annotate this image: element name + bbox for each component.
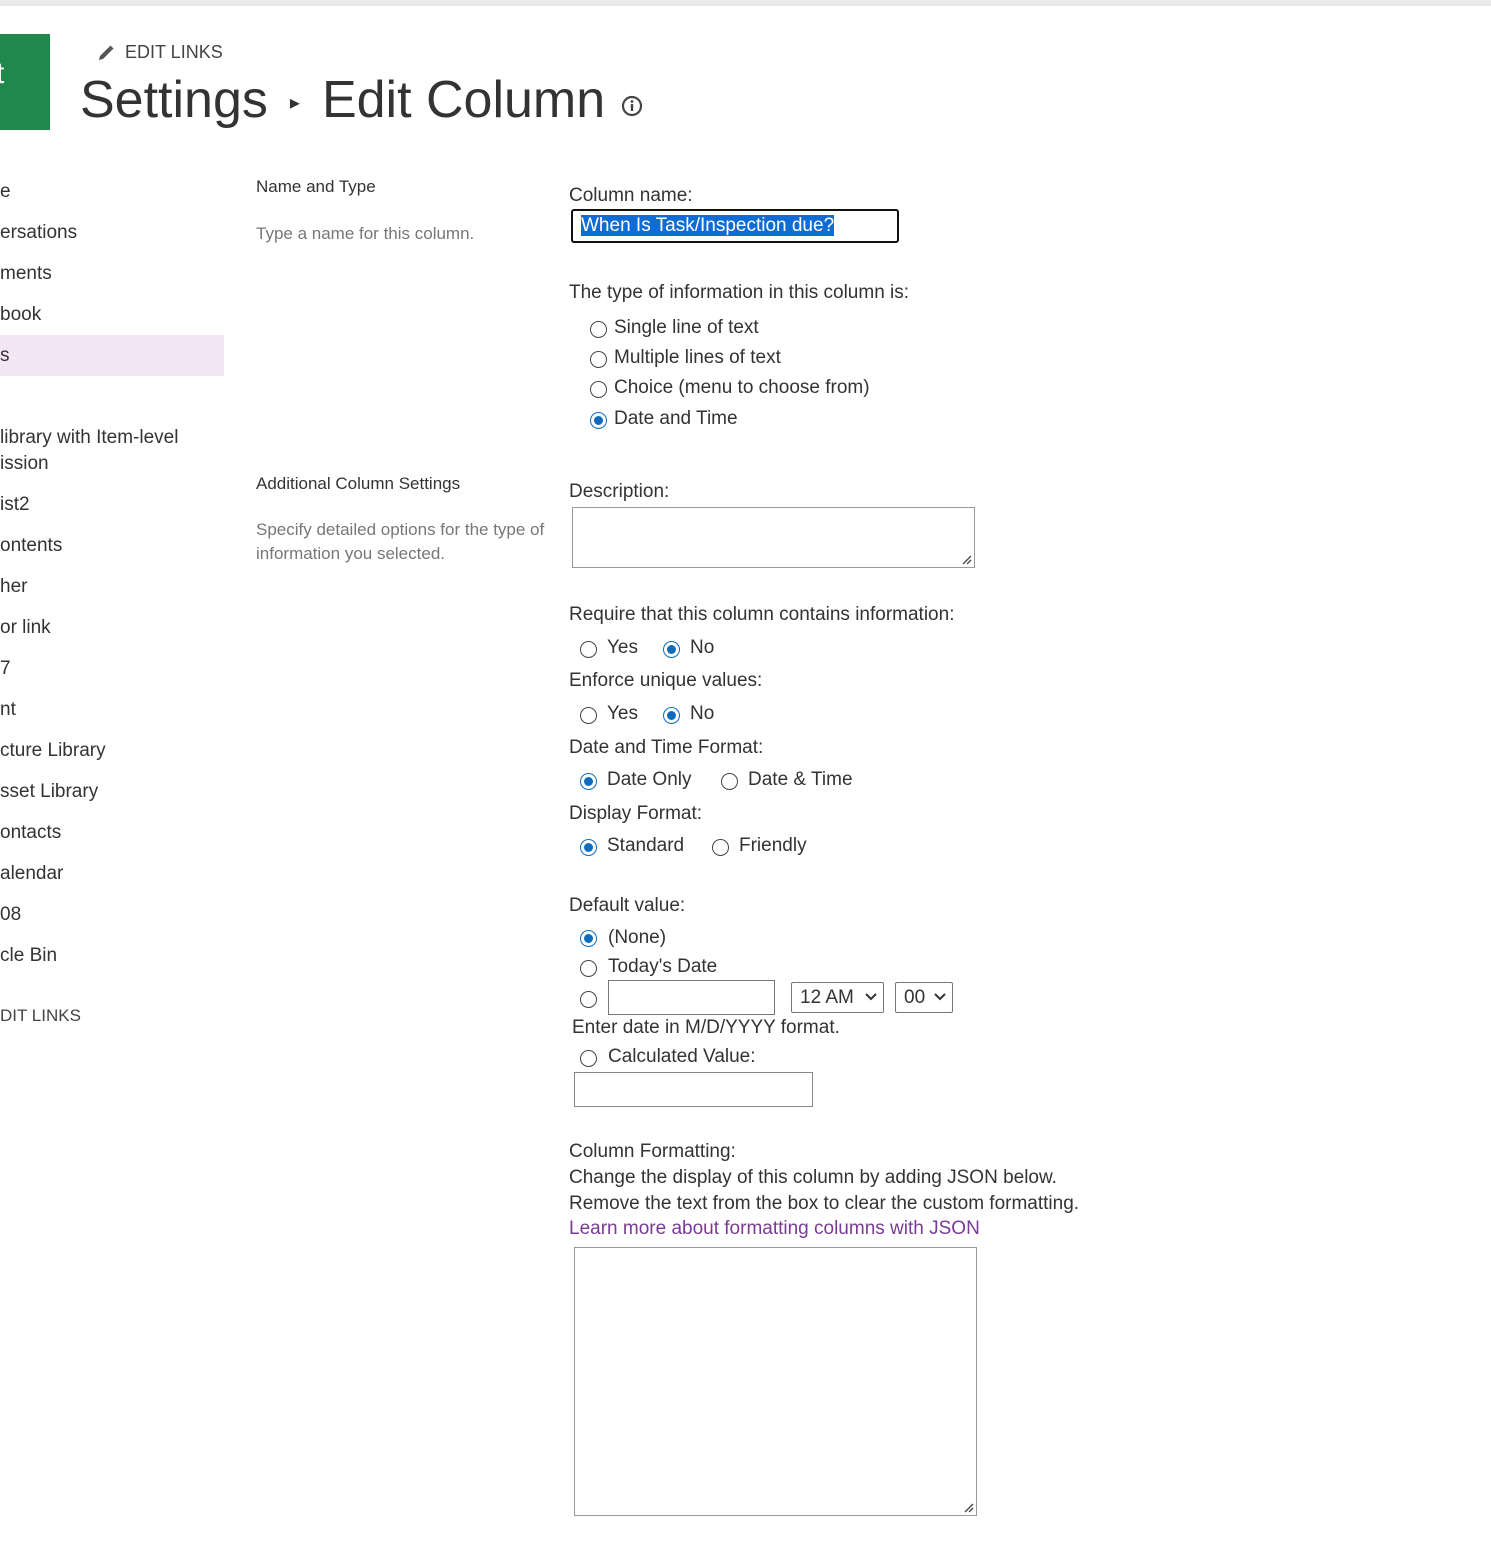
nav-item[interactable]: nt <box>0 699 224 721</box>
unique-no-label: No <box>690 703 715 724</box>
column-name-label: Column name: <box>569 185 693 206</box>
formatting-json-link[interactable]: Learn more about formatting columns with… <box>569 1218 980 1240</box>
pencil-icon <box>99 45 114 60</box>
column-formatting-label: Column Formatting: <box>569 1141 736 1162</box>
unique-no-radio[interactable] <box>663 707 680 724</box>
column-formatting-help-1: Change the display of this column by add… <box>569 1167 1057 1188</box>
logo-letter: t <box>0 57 5 90</box>
edit-links-top[interactable]: EDIT LINKS <box>97 42 223 63</box>
display-friendly-radio[interactable] <box>712 839 729 856</box>
type-label: The type of information in this column i… <box>569 282 910 303</box>
section-desc-name-type: Type a name for this column. <box>256 224 475 243</box>
description-label: Description: <box>569 481 670 502</box>
column-name-input[interactable]: When Is Task/Inspection due? <box>571 209 899 243</box>
resize-grip-icon[interactable] <box>960 553 972 565</box>
type-option-label: Single line of text <box>614 317 759 338</box>
breadcrumb-separator-icon: ▸ <box>289 91 300 114</box>
require-no-label: No <box>690 637 715 658</box>
nav-item[interactable]: ersations <box>0 222 224 244</box>
section-desc-additional: Specify detailed options for the type of… <box>256 520 545 563</box>
nav-item[interactable]: ontents <box>0 535 224 557</box>
default-date-input[interactable] <box>608 980 775 1015</box>
nav-item[interactable]: ission <box>0 453 224 475</box>
display-format-label: Display Format: <box>569 803 703 824</box>
require-no-radio[interactable] <box>663 641 680 658</box>
nav-item[interactable]: book <box>0 304 224 326</box>
breadcrumb-edit-column: Edit Column <box>321 71 606 129</box>
default-today-label: Today's Date <box>608 956 718 977</box>
breadcrumb-settings[interactable]: Settings <box>80 70 268 130</box>
default-none-label: (None) <box>608 927 667 948</box>
unique-label: Enforce unique values: <box>569 670 763 691</box>
nav-item[interactable]: ments <box>0 263 224 285</box>
dt-format-label: Date and Time Format: <box>569 737 764 758</box>
type-radio-single-line[interactable] <box>590 321 607 338</box>
type-radio-multi-line[interactable] <box>590 351 607 368</box>
hour-select-value: 12 AM <box>800 987 854 1008</box>
nav-item[interactable]: cture Library <box>0 740 224 762</box>
minute-select-value: 00 <box>904 987 926 1008</box>
nav-edit-links[interactable]: DIT LINKS <box>0 1006 224 1026</box>
nav-item[interactable]: ontacts <box>0 822 224 844</box>
calculated-value-input[interactable] <box>574 1072 813 1107</box>
section-title-additional: Additional Column Settings <box>256 474 461 493</box>
hour-select[interactable]: 12 AM <box>791 982 884 1013</box>
description-textarea[interactable] <box>572 507 975 568</box>
nav-item[interactable]: e <box>0 181 224 203</box>
type-option-label: Multiple lines of text <box>614 347 781 368</box>
nav-item[interactable]: ist2 <box>0 494 224 516</box>
type-radio-date-time[interactable] <box>590 412 607 429</box>
type-option-label: Choice (menu to choose from) <box>614 377 870 398</box>
nav-item[interactable]: 7 <box>0 658 224 680</box>
type-radio-choice[interactable] <box>590 381 607 398</box>
default-value-label: Default value: <box>569 895 686 916</box>
resize-grip-icon[interactable] <box>962 1501 974 1513</box>
dt-date-time-radio[interactable] <box>721 773 738 790</box>
default-today-radio[interactable] <box>580 960 597 977</box>
site-logo[interactable]: t <box>0 34 50 130</box>
chevron-down-icon <box>865 993 877 1001</box>
calculated-value-radio[interactable] <box>580 1050 597 1067</box>
nav-item[interactable]: her <box>0 576 224 598</box>
chevron-down-icon <box>934 993 946 1001</box>
page-title: Settings ▸ Edit Column <box>80 70 643 130</box>
dt-date-time-label: Date & Time <box>748 769 853 790</box>
top-bar <box>0 0 1491 6</box>
display-standard-radio[interactable] <box>580 839 597 856</box>
nav-item[interactable]: or link <box>0 617 224 639</box>
nav-item[interactable]: library with Item-level <box>0 427 224 449</box>
minute-select[interactable]: 00 <box>895 982 953 1013</box>
require-yes-radio[interactable] <box>580 641 597 658</box>
edit-links-label: EDIT LINKS <box>125 42 223 62</box>
display-standard-label: Standard <box>607 835 685 856</box>
nav-item[interactable]: sset Library <box>0 781 224 803</box>
nav-item[interactable]: alendar <box>0 863 224 885</box>
info-icon[interactable] <box>621 95 643 117</box>
section-title-name-type: Name and Type <box>256 177 376 196</box>
nav-item-selected[interactable]: s <box>0 335 224 376</box>
display-friendly-label: Friendly <box>739 835 807 856</box>
column-formatting-help-2: Remove the text from the box to clear th… <box>569 1193 1080 1214</box>
unique-yes-label: Yes <box>607 703 638 724</box>
default-none-radio[interactable] <box>580 930 597 947</box>
nav-item[interactable]: 08 <box>0 904 224 926</box>
dt-date-only-label: Date Only <box>607 769 692 790</box>
default-specific-date-radio[interactable] <box>580 991 597 1008</box>
dt-date-only-radio[interactable] <box>580 773 597 790</box>
column-formatting-textarea[interactable] <box>574 1247 977 1516</box>
require-yes-label: Yes <box>607 637 638 658</box>
nav-item[interactable]: cle Bin <box>0 945 224 967</box>
date-format-hint: Enter date in M/D/YYYY format. <box>572 1017 840 1038</box>
type-option-label: Date and Time <box>614 408 738 429</box>
require-label: Require that this column contains inform… <box>569 604 955 625</box>
column-name-value: When Is Task/Inspection due? <box>581 215 835 236</box>
unique-yes-radio[interactable] <box>580 707 597 724</box>
calculated-value-label: Calculated Value: <box>608 1046 756 1067</box>
